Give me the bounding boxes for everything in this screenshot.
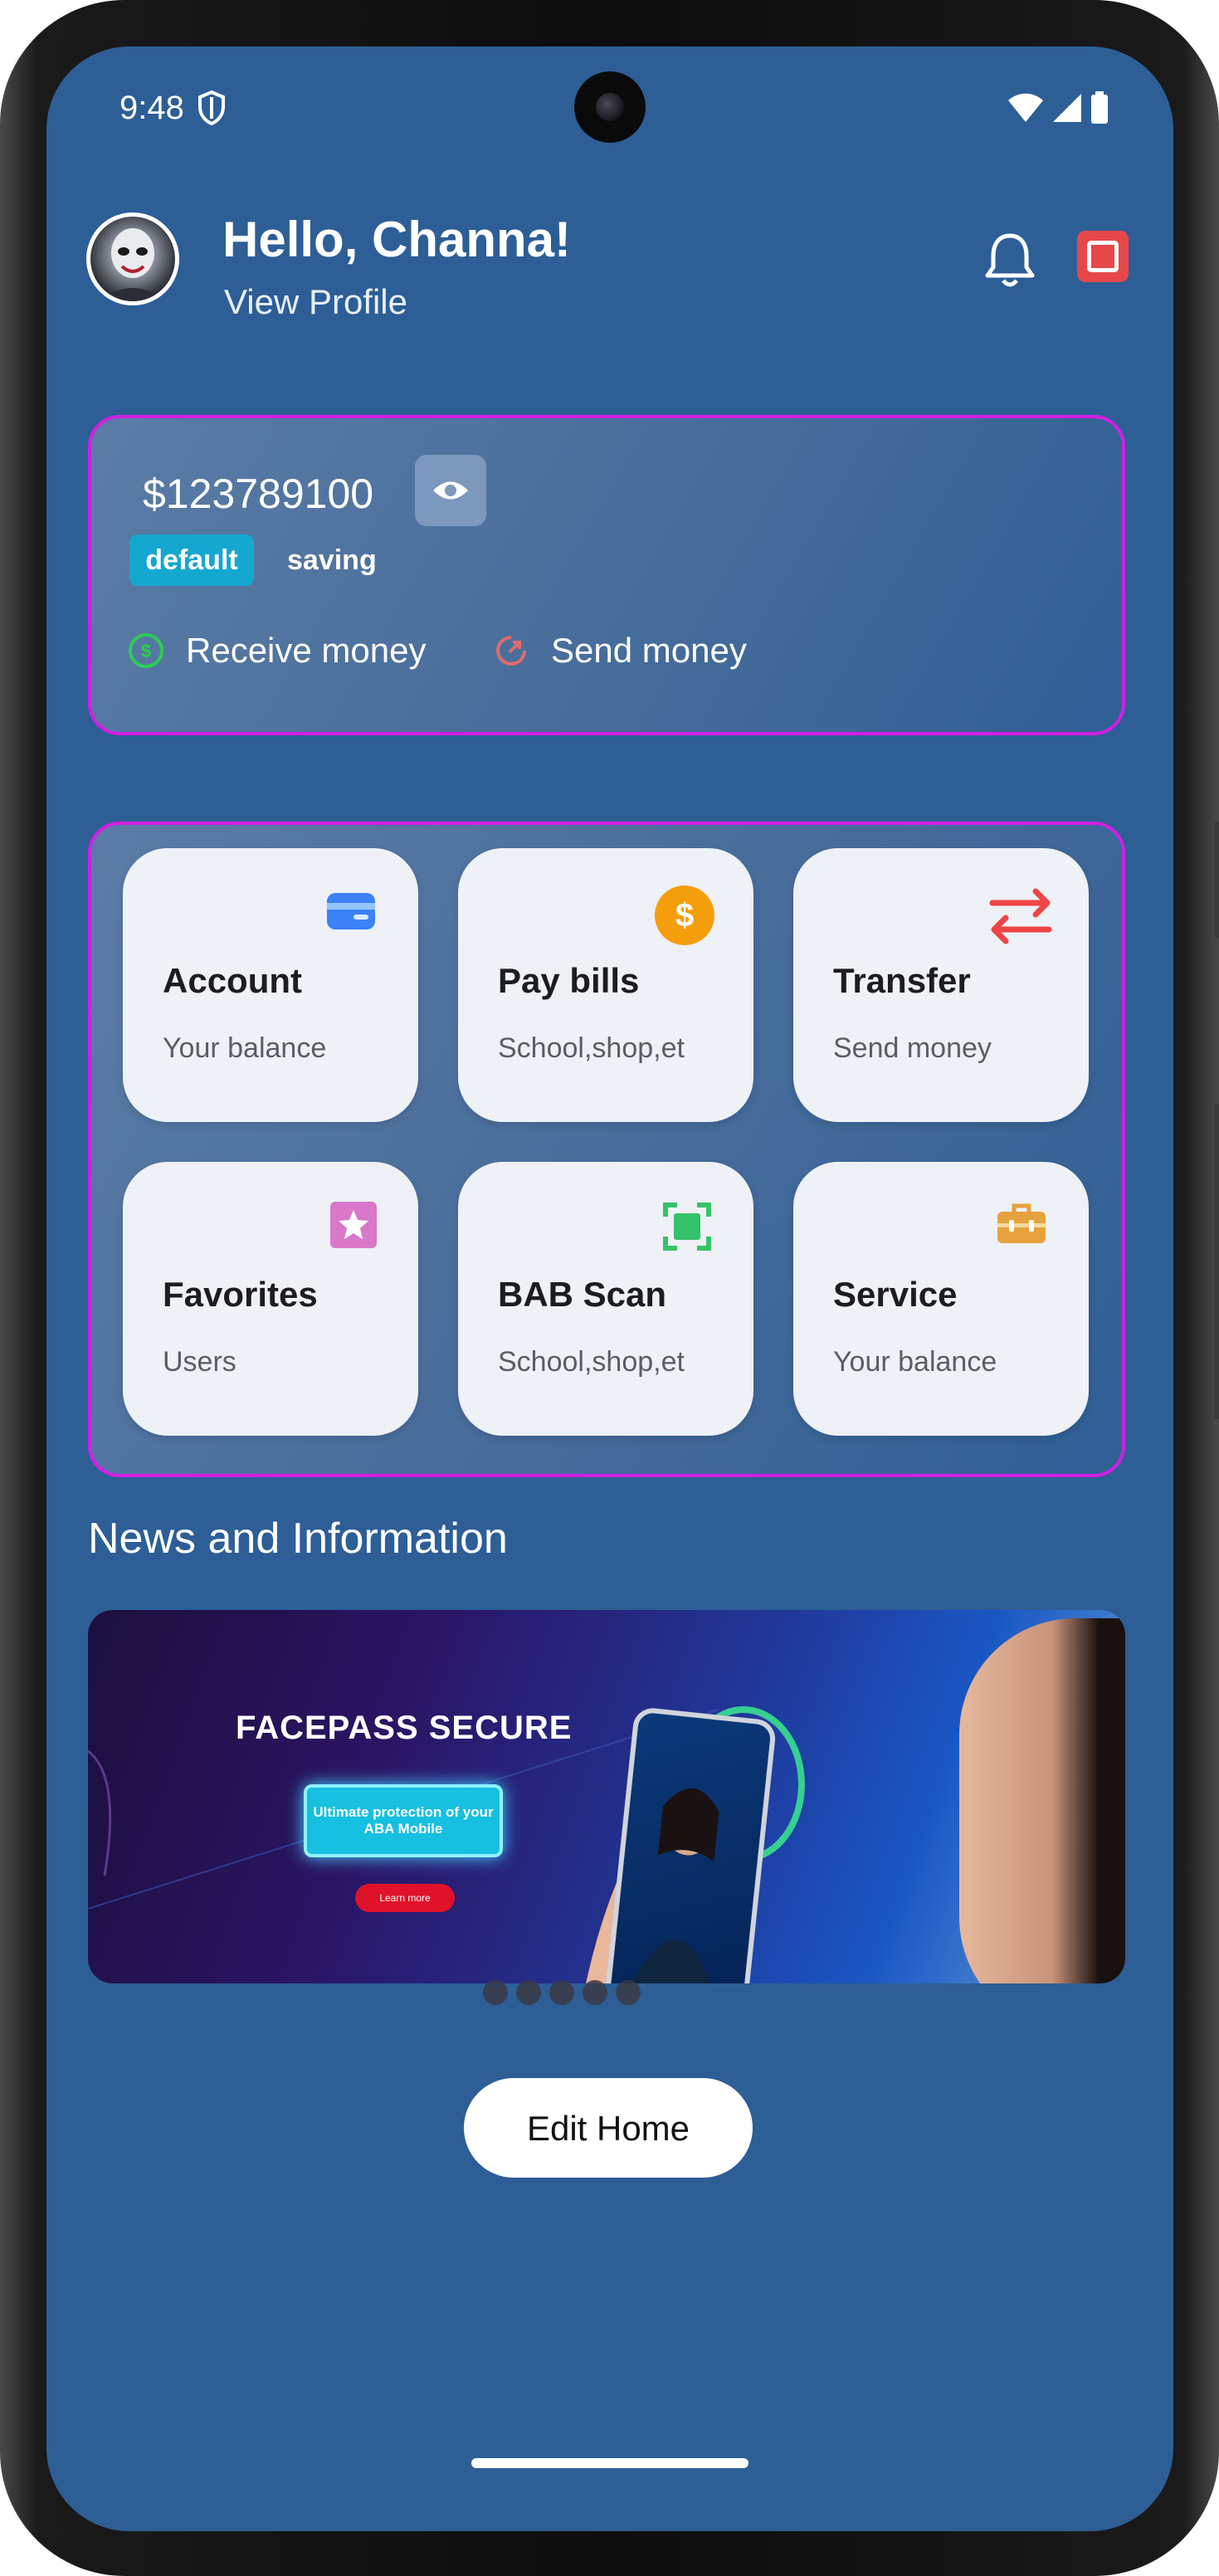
edit-home-button[interactable]: Edit Home bbox=[464, 2078, 753, 2178]
tile-subtitle: School,shop,et bbox=[498, 1032, 685, 1064]
status-time: 9:48 bbox=[119, 90, 184, 126]
receive-money-button[interactable]: $ Receive money bbox=[126, 631, 426, 671]
tile-title: Account bbox=[163, 961, 302, 1000]
tile-title: Transfer bbox=[833, 961, 971, 1000]
carousel-dot[interactable] bbox=[483, 1980, 508, 2005]
status-icons bbox=[1007, 91, 1109, 124]
avatar[interactable] bbox=[86, 212, 179, 305]
banner-phone-screen bbox=[627, 1788, 719, 1983]
wallet-icon bbox=[327, 893, 375, 929]
phone-frame: 9:48 Hello, Channa! View Profile $123789… bbox=[0, 0, 1219, 2576]
news-banner[interactable]: FACEPASS SECURE Ultimate protection of y… bbox=[88, 1610, 1125, 1983]
favorites-tile[interactable]: Favorites Users bbox=[123, 1162, 418, 1436]
carousel-dot[interactable] bbox=[549, 1980, 574, 2005]
account-tag-default[interactable]: default bbox=[129, 534, 254, 586]
account-tag-saving[interactable]: saving bbox=[287, 534, 377, 586]
qr-scan-button[interactable] bbox=[1077, 231, 1129, 282]
carousel-dot[interactable] bbox=[583, 1980, 607, 2005]
tile-title: Service bbox=[833, 1275, 958, 1314]
tile-subtitle: Your balance bbox=[163, 1032, 327, 1064]
shield-icon bbox=[198, 90, 225, 126]
receive-money-icon: $ bbox=[129, 633, 163, 668]
greeting-text: Hello, Channa! bbox=[222, 212, 572, 267]
app-screen: 9:48 Hello, Channa! View Profile $123789… bbox=[46, 46, 1173, 2531]
front-camera bbox=[574, 71, 646, 143]
tile-subtitle: Your balance bbox=[833, 1346, 997, 1378]
toolbox-icon bbox=[997, 1203, 1046, 1243]
tile-subtitle: School,shop,et bbox=[498, 1346, 685, 1378]
signal-icon bbox=[1053, 94, 1081, 122]
bell-icon[interactable] bbox=[983, 231, 1037, 290]
receive-money-label: Receive money bbox=[186, 631, 427, 670]
power-button bbox=[1214, 1104, 1219, 1419]
volume-button bbox=[1214, 822, 1219, 938]
svg-text:$: $ bbox=[675, 897, 694, 934]
eye-icon bbox=[433, 481, 468, 500]
pay-bills-tile[interactable]: $ Pay bills School,shop,et bbox=[458, 848, 753, 1122]
tile-subtitle: Send money bbox=[833, 1032, 992, 1064]
battery-icon bbox=[1091, 91, 1108, 124]
tile-title: Pay bills bbox=[498, 961, 640, 1000]
carousel-dot[interactable] bbox=[616, 1980, 641, 2005]
transfer-tile[interactable]: Transfer Send money bbox=[793, 848, 1089, 1122]
tile-title: BAB Scan bbox=[498, 1275, 667, 1314]
star-icon bbox=[330, 1202, 377, 1248]
tile-subtitle: Users bbox=[163, 1346, 236, 1378]
send-money-button[interactable]: Send money bbox=[491, 631, 747, 671]
wifi-icon bbox=[1008, 93, 1043, 122]
toggle-visibility-button[interactable] bbox=[415, 455, 486, 526]
view-profile-link[interactable]: View Profile bbox=[224, 282, 407, 322]
banner-title: FACEPASS SECURE bbox=[236, 1710, 573, 1746]
avatar-image bbox=[99, 228, 167, 301]
home-indicator[interactable] bbox=[471, 2458, 748, 2468]
carousel-dot[interactable] bbox=[516, 1980, 541, 2005]
send-money-label: Send money bbox=[551, 631, 747, 670]
banner-protect-box: Ultimate protection of your ABA Mobile bbox=[304, 1784, 503, 1857]
dollar-icon: $ bbox=[655, 886, 714, 945]
carousel-pagination[interactable] bbox=[483, 1980, 641, 2005]
tile-title: Favorites bbox=[163, 1275, 318, 1314]
balance-amount: $123789100 bbox=[143, 471, 374, 517]
send-money-icon bbox=[496, 636, 526, 666]
svg-text:$: $ bbox=[141, 641, 151, 661]
account-tile[interactable]: Account Your balance bbox=[123, 848, 418, 1122]
news-heading: News and Information bbox=[88, 1515, 508, 1563]
transfer-arrows-icon bbox=[989, 888, 1052, 944]
learn-more-button[interactable]: Learn more bbox=[355, 1884, 455, 1912]
bab-scan-tile[interactable]: BAB Scan School,shop,et bbox=[458, 1162, 753, 1436]
scan-icon bbox=[663, 1203, 711, 1251]
banner-person-image bbox=[959, 1618, 1125, 1983]
service-tile[interactable]: Service Your balance bbox=[793, 1162, 1089, 1436]
